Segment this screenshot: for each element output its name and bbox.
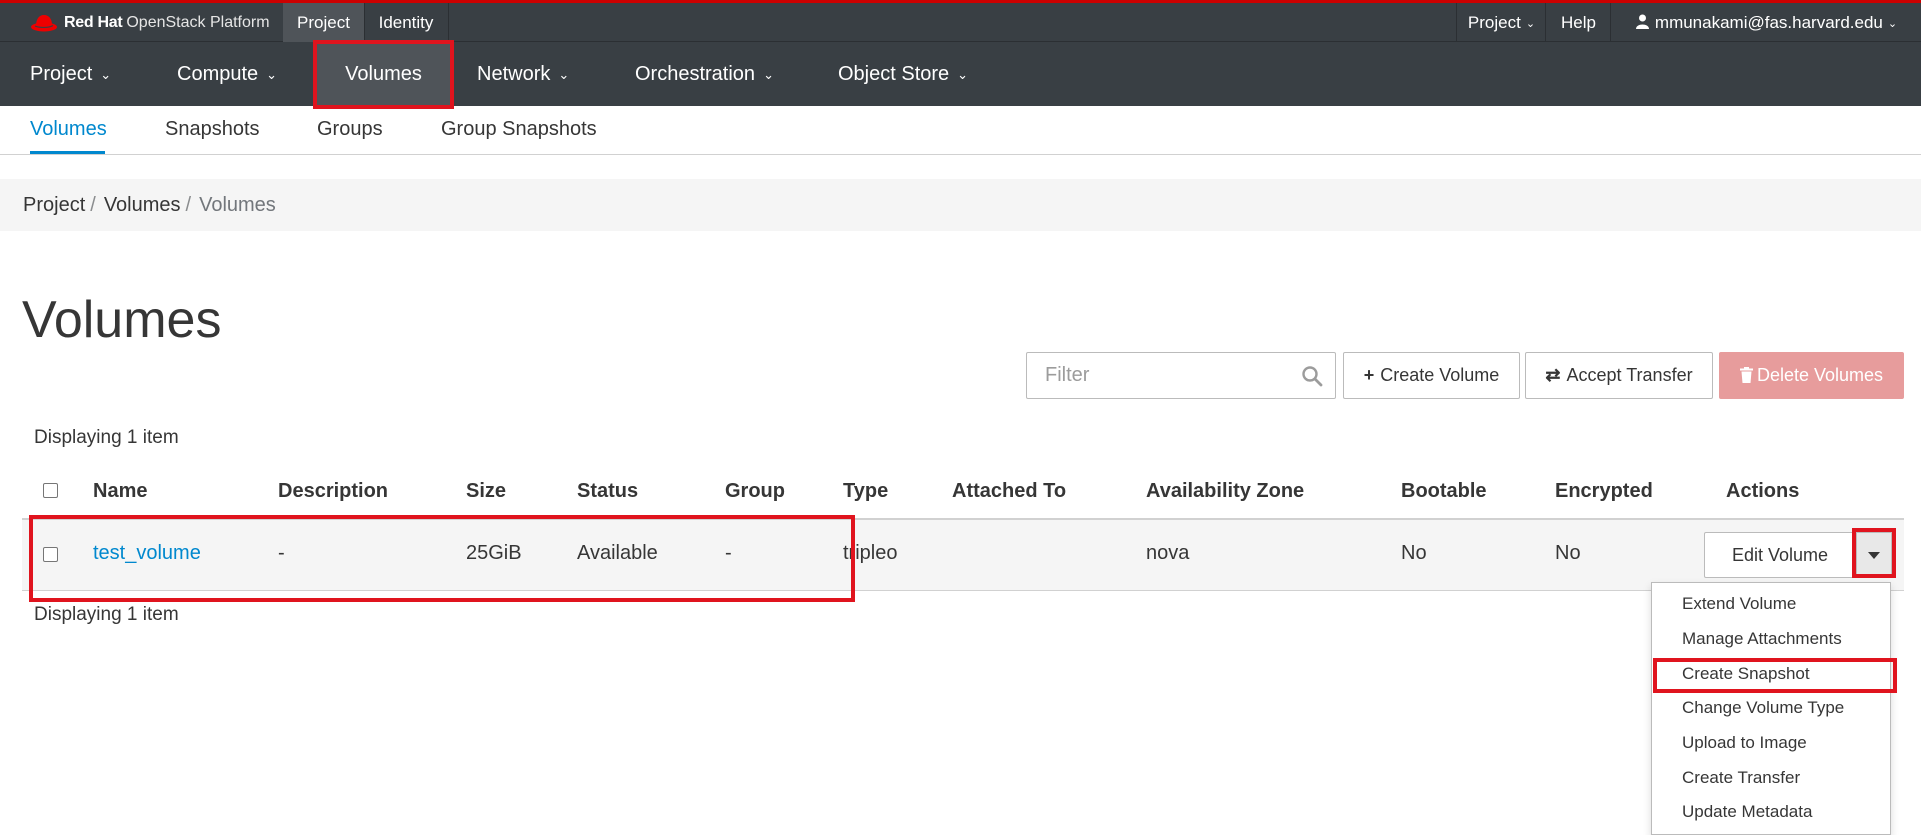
masthead: Red Hat OpenStack Platform Project Ident… [0,0,1921,42]
menu-item-extend-volume[interactable]: Extend Volume [1682,594,1796,614]
nav-orchestration[interactable]: Orchestration ⌄ [635,42,774,106]
delete-volumes-button[interactable]: Delete Volumes [1719,352,1904,399]
help-link[interactable]: Help [1545,3,1611,42]
nav-object-store[interactable]: Object Store ⌄ [838,42,968,106]
cell-bootable: No [1401,542,1427,564]
nav-label: Compute [177,63,259,85]
chevron-down-icon: ⌄ [266,67,278,82]
table-row: test_volume - 25GiB Available - tripleo … [22,520,1904,591]
breadcrumb-project[interactable]: Project [23,194,85,216]
col-actions: Actions [1726,480,1800,502]
accept-transfer-label: Accept Transfer [1566,365,1693,385]
col-status[interactable]: Status [577,480,638,503]
item-count-bottom: Displaying 1 item [34,604,179,625]
col-attached-to[interactable]: Attached To [952,480,1066,503]
col-size[interactable]: Size [466,480,506,503]
nav-label: Project [30,63,93,85]
col-name[interactable]: Name [93,480,147,503]
chevron-down-icon: ⌄ [1525,18,1536,30]
cell-type: tripleo [843,542,898,564]
context-tab-identity[interactable]: Identity [364,3,449,42]
menu-item-upload-to-image[interactable]: Upload to Image [1682,733,1807,753]
nav-volumes[interactable]: Volumes [317,42,450,106]
col-description[interactable]: Description [278,480,388,503]
nav-label: Object Store [838,63,950,85]
user-icon [1635,14,1649,29]
cell-size: 25GiB [466,542,522,564]
brand-name-bold: Red Hat [64,14,123,31]
breadcrumb-volumes[interactable]: Volumes [104,194,181,216]
menu-item-create-transfer[interactable]: Create Transfer [1682,768,1800,788]
tab-groups[interactable]: Groups [317,118,383,141]
item-count: Displaying 1 item [34,427,179,448]
exchange-icon: ⇄ [1545,365,1561,385]
breadcrumb: Project / Volumes / Volumes [0,179,1921,231]
chevron-down-icon: ⌄ [1887,18,1898,30]
search-icon[interactable] [1301,365,1323,387]
chevron-down-icon: ⌄ [100,67,112,82]
tab-snapshots[interactable]: Snapshots [165,118,260,141]
page-title: Volumes [22,290,222,349]
nav-label: Orchestration [635,63,756,85]
row-actions-menu: Extend Volume Manage Attachments Create … [1651,582,1891,835]
sub-nav: Volumes Snapshots Groups Group Snapshots [0,106,1921,155]
trash-icon [1739,367,1753,383]
plus-icon: + [1363,365,1375,385]
menu-item-update-metadata[interactable]: Update Metadata [1682,802,1812,822]
col-group[interactable]: Group [725,480,785,503]
nav-compute[interactable]: Compute ⌄ [177,42,277,106]
nav-label: Volumes [345,63,422,85]
nav-label: Network [477,63,551,85]
cell-availability-zone: nova [1146,542,1190,564]
row-actions-toggle[interactable] [1856,532,1892,578]
cell-group: - [725,542,732,564]
main-nav: Project ⌄ Compute ⌄ Volumes Network ⌄ Orche… [0,42,1921,106]
row-checkbox[interactable] [43,547,58,562]
menu-item-change-volume-type[interactable]: Change Volume Type [1682,698,1844,718]
cell-encrypted: No [1555,542,1581,564]
col-availability-zone[interactable]: Availability Zone [1146,480,1304,503]
user-name: mmunakami@fas.harvard.edu [1654,13,1883,32]
user-menu[interactable]: mmunakami@fas.harvard.edu ⌄ [1610,3,1921,42]
nav-network[interactable]: Network ⌄ [477,42,569,106]
edit-volume-button[interactable]: Edit Volume [1704,532,1856,578]
col-encrypted[interactable]: Encrypted [1555,480,1653,503]
table-header: Name Description Size Status Group Type … [22,470,1904,520]
menu-item-manage-attachments[interactable]: Manage Attachments [1682,629,1842,649]
delete-volumes-label: Delete Volumes [1756,365,1884,385]
project-switcher-label: Project [1467,13,1521,32]
col-type[interactable]: Type [843,480,888,503]
volume-name-link[interactable]: test_volume [93,542,201,565]
brand-logo[interactable]: Red Hat OpenStack Platform [30,13,270,33]
col-bootable[interactable]: Bootable [1401,480,1487,503]
cell-description: - [278,542,285,564]
red-hat-logo-icon [31,15,57,32]
menu-item-create-snapshot[interactable]: Create Snapshot [1682,664,1810,684]
chevron-down-icon: ⌄ [558,67,570,82]
accept-transfer-button[interactable]: ⇄ Accept Transfer [1525,352,1713,399]
project-switcher[interactable]: Project ⌄ [1456,3,1546,42]
cell-status: Available [577,542,658,564]
select-all-checkbox[interactable] [43,483,58,498]
brand-name: OpenStack Platform [126,14,270,31]
caret-down-icon [1868,552,1880,559]
chevron-down-icon: ⌄ [763,67,774,82]
breadcrumb-separator: / [185,194,192,216]
filter-field[interactable] [1026,352,1336,399]
tab-group-snapshots[interactable]: Group Snapshots [441,118,597,141]
breadcrumb-separator: / [90,194,96,216]
create-volume-label: Create Volume [1380,365,1500,385]
tab-volumes[interactable]: Volumes [30,118,107,141]
context-tab-project[interactable]: Project [283,3,365,42]
create-volume-button[interactable]: + Create Volume [1343,352,1520,399]
breadcrumb-current: Volumes [199,194,276,216]
filter-input[interactable] [1027,353,1297,398]
active-tab-indicator [30,151,105,154]
chevron-down-icon: ⌄ [957,67,969,82]
nav-project[interactable]: Project ⌄ [30,42,111,106]
